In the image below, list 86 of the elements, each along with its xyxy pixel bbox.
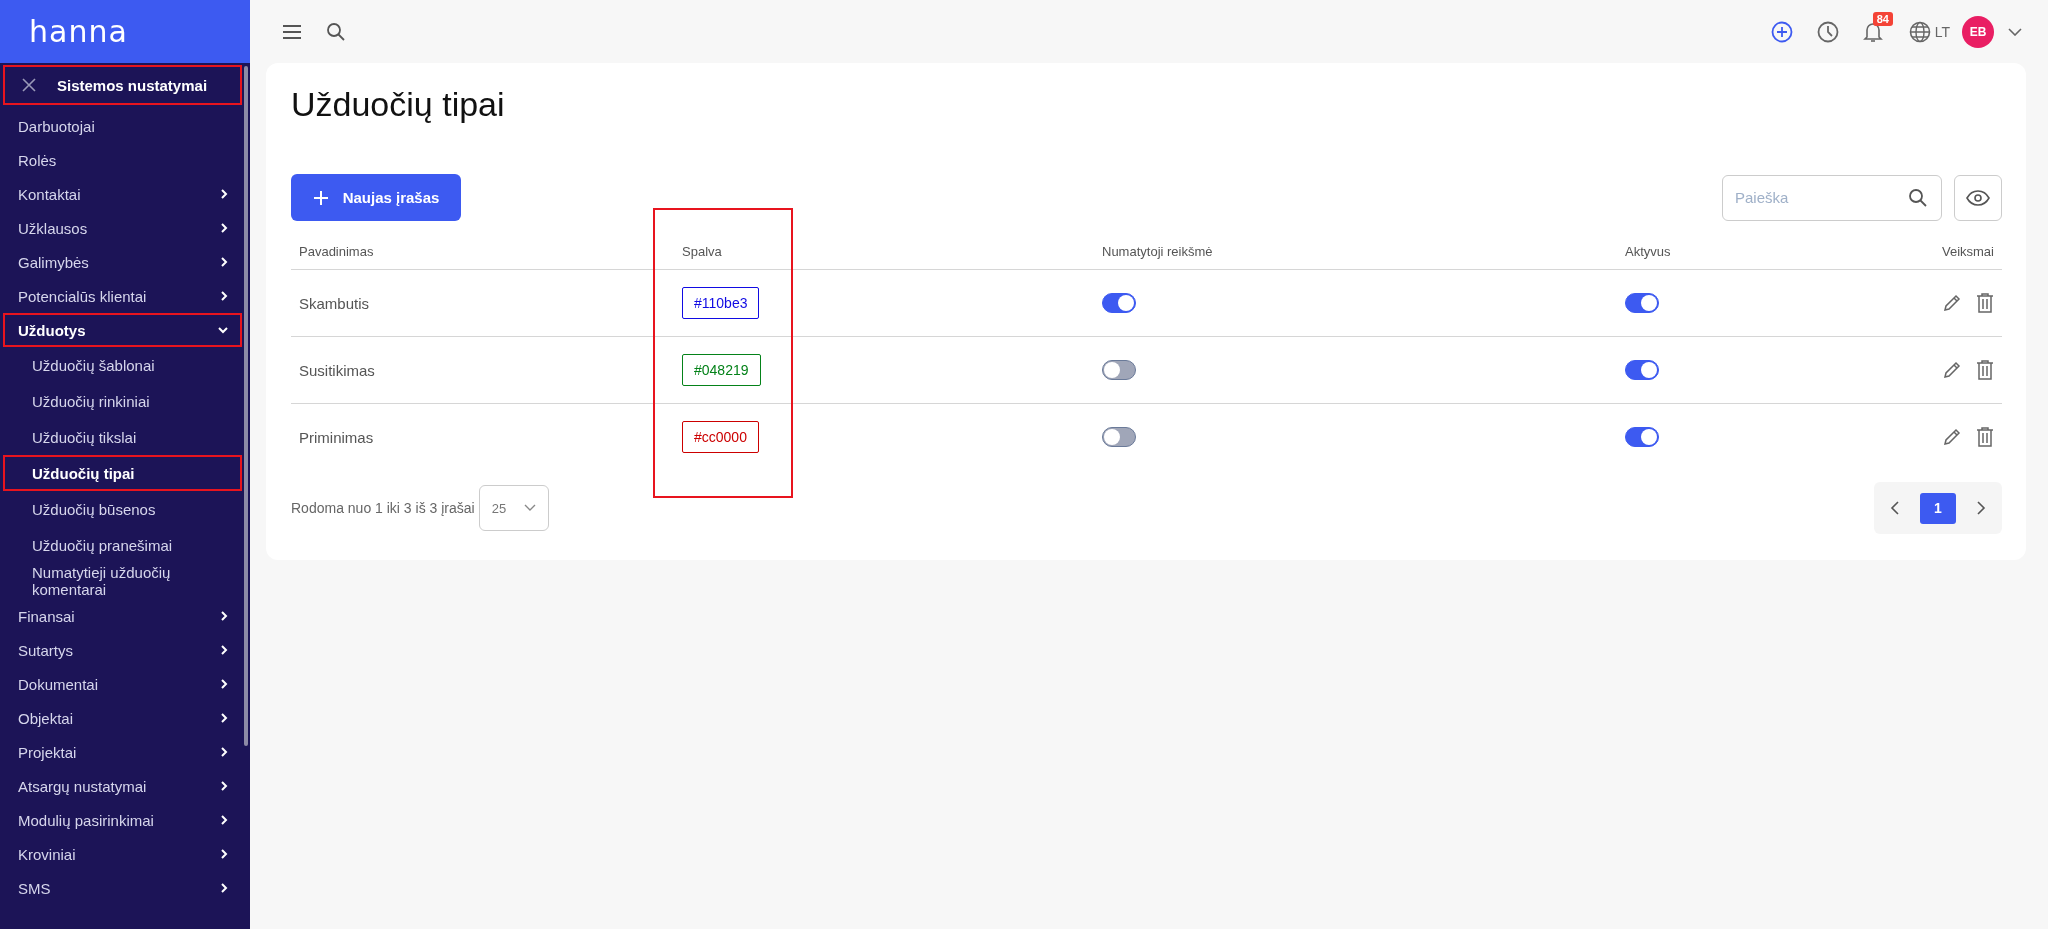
chevron-right-icon: [220, 883, 228, 893]
delete-icon[interactable]: [1976, 293, 1994, 313]
sidebar-subitem[interactable]: Užduočių tipai: [3, 455, 242, 491]
sidebar-item[interactable]: Atsargų nustatymai: [3, 769, 242, 803]
chevron-right-icon: [220, 747, 228, 757]
chevron-right-icon: [220, 713, 228, 723]
chevron-right-icon[interactable]: [1976, 501, 1986, 515]
page-size-select[interactable]: 25: [478, 485, 549, 531]
table-cell: Skambutis: [299, 294, 370, 312]
chevron-right-icon: [220, 781, 228, 791]
color-tag: #cc0000: [682, 421, 759, 453]
sidebar-title: Sistemos nustatymai: [57, 76, 208, 94]
chevron-right-icon: [220, 189, 228, 199]
records-summary: Rodoma nuo 1 iki 3 iš 3 įrašai: [291, 500, 475, 516]
sidebar-item[interactable]: Objektai: [3, 701, 242, 735]
column-header: Pavadinimas: [299, 243, 374, 259]
toggle-switch[interactable]: [1102, 427, 1136, 447]
chevron-down-icon[interactable]: [2008, 27, 2022, 36]
chevron-right-icon: [220, 291, 228, 301]
chevron-right-icon: [220, 679, 228, 689]
user-avatar[interactable]: EB: [1962, 15, 1994, 48]
sidebar-item[interactable]: Modulių pasirinkimai: [3, 803, 242, 837]
column-visibility-button[interactable]: [1954, 174, 2002, 221]
toggle-switch[interactable]: [1625, 293, 1659, 313]
edit-icon[interactable]: [1942, 427, 1962, 447]
language-label[interactable]: LT: [1934, 23, 1950, 40]
toggle-switch[interactable]: [1102, 360, 1136, 380]
sidebar-subitem[interactable]: Užduočių pranešimai: [3, 527, 242, 563]
sidebar-item[interactable]: Galimybės: [3, 245, 242, 279]
search-field[interactable]: Paieška: [1722, 174, 1942, 221]
globe-icon[interactable]: [1908, 20, 1931, 43]
table-cell: Priminimas: [299, 428, 374, 446]
sidebar-item[interactable]: Finansai: [3, 599, 242, 633]
search-icon[interactable]: [1908, 187, 1928, 208]
search-icon[interactable]: [326, 21, 346, 42]
menu-icon[interactable]: [282, 23, 302, 40]
color-tag: #048219: [682, 354, 761, 386]
column-header: Aktyvus: [1625, 243, 1671, 259]
chevron-right-icon: [220, 645, 228, 655]
edit-icon[interactable]: [1942, 360, 1962, 380]
chevron-right-icon: [220, 611, 228, 621]
sidebar-item[interactable]: Sutartys: [3, 633, 242, 667]
sidebar-item[interactable]: Dokumentai: [3, 667, 242, 701]
column-header: Veiksmai: [1941, 243, 1994, 259]
sidebar-item[interactable]: Užduotys: [3, 313, 242, 347]
new-record-button[interactable]: Naujas įrašas: [291, 174, 461, 221]
sidebar-subitem[interactable]: Užduočių būsenos: [3, 491, 242, 527]
sidebar-item[interactable]: Darbuotojai: [3, 109, 242, 143]
sidebar-item[interactable]: Kroviniai: [3, 837, 242, 871]
chevron-left-icon[interactable]: [1890, 501, 1900, 515]
toggle-switch[interactable]: [1625, 427, 1659, 447]
sidebar-header[interactable]: Sistemos nustatymai: [3, 65, 242, 105]
column-header: Numatytoji reikšmė: [1102, 243, 1213, 259]
sidebar-subitem[interactable]: Numatytieji užduočių komentarai: [3, 563, 242, 599]
sidebar-item[interactable]: SMS: [3, 871, 242, 905]
toggle-switch[interactable]: [1625, 360, 1659, 380]
color-tag: #110be3: [682, 287, 760, 319]
logo: hanna: [29, 14, 128, 49]
notification-badge: 84: [1872, 11, 1893, 26]
chevron-right-icon: [220, 257, 228, 267]
table-cell: Susitikimas: [299, 361, 375, 379]
delete-icon[interactable]: [1976, 427, 1994, 447]
sidebar-subitem[interactable]: Užduočių šablonai: [3, 347, 242, 383]
eye-icon: [1966, 189, 1990, 206]
plus-icon: [312, 189, 329, 206]
edit-icon[interactable]: [1942, 293, 1962, 313]
toggle-switch[interactable]: [1102, 293, 1136, 313]
chevron-right-icon: [220, 223, 228, 233]
chevron-down-icon: [523, 504, 536, 512]
chevron-right-icon: [220, 815, 228, 825]
column-header: Spalva: [682, 243, 722, 259]
sidebar-item[interactable]: Potencialūs klientai: [3, 279, 242, 313]
close-icon[interactable]: [21, 77, 37, 93]
chevron-right-icon: [220, 849, 228, 859]
sidebar-subitem[interactable]: Užduočių rinkiniai: [3, 383, 242, 419]
sidebar-item[interactable]: Rolės: [3, 143, 242, 177]
sidebar-item[interactable]: Užklausos: [3, 211, 242, 245]
page-button[interactable]: 1: [1920, 492, 1956, 524]
sidebar-item[interactable]: Kontaktai: [3, 177, 242, 211]
page-title: Užduočių tipai: [291, 85, 506, 124]
clock-icon[interactable]: [1816, 20, 1839, 43]
delete-icon[interactable]: [1976, 360, 1994, 380]
sidebar-subitem[interactable]: Užduočių tikslai: [3, 419, 242, 455]
scrollbar[interactable]: [244, 66, 248, 746]
add-circle-icon[interactable]: [1770, 20, 1793, 43]
sidebar-item[interactable]: Projektai: [3, 735, 242, 769]
